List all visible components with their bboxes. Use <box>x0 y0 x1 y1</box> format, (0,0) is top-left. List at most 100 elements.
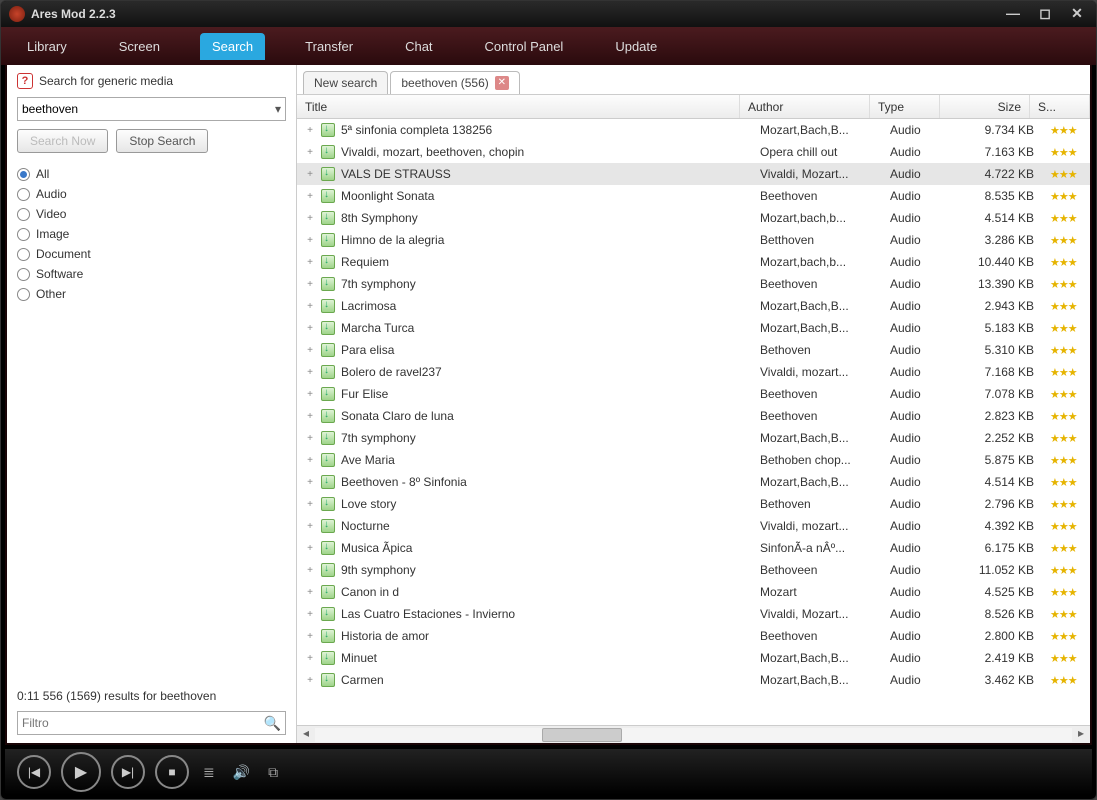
filter-radio-video[interactable]: Video <box>17 207 286 221</box>
result-row[interactable]: +Himno de la alegriaBetthovenAudio3.286 … <box>297 229 1090 251</box>
expand-icon[interactable]: + <box>305 675 315 686</box>
scroll-thumb[interactable] <box>542 728 622 742</box>
playlist-icon[interactable]: ≣ <box>199 764 219 781</box>
filter-radio-software[interactable]: Software <box>17 267 286 281</box>
search-input[interactable] <box>22 102 275 116</box>
expand-icon[interactable]: + <box>305 213 315 224</box>
scroll-right-icon[interactable]: ▸ <box>1072 726 1090 744</box>
result-row[interactable]: +Marcha TurcaMozart,Bach,B...Audio5.183 … <box>297 317 1090 339</box>
expand-icon[interactable]: + <box>305 125 315 136</box>
close-tab-icon[interactable]: ✕ <box>495 76 509 90</box>
column-headers[interactable]: Title Author Type Size S... <box>297 95 1090 119</box>
filter-radio-audio[interactable]: Audio <box>17 187 286 201</box>
close-button[interactable]: ✕ <box>1066 6 1088 22</box>
search-icon[interactable]: 🔍 <box>264 715 281 732</box>
filter-radio-document[interactable]: Document <box>17 247 286 261</box>
expand-icon[interactable]: + <box>305 235 315 246</box>
result-row[interactable]: +Las Cuatro Estaciones - InviernoVivaldi… <box>297 603 1090 625</box>
expand-icon[interactable]: + <box>305 609 315 620</box>
expand-icon[interactable]: + <box>305 653 315 664</box>
result-row[interactable]: +Vivaldi, mozart, beethoven, chopinOpera… <box>297 141 1090 163</box>
filter-input[interactable] <box>22 716 264 730</box>
expand-icon[interactable]: + <box>305 477 315 488</box>
expand-icon[interactable]: + <box>305 367 315 378</box>
col-size[interactable]: Size <box>940 95 1030 118</box>
expand-icon[interactable]: + <box>305 279 315 290</box>
expand-icon[interactable]: + <box>305 455 315 466</box>
new-search-tab[interactable]: New search <box>303 71 388 94</box>
tab-search[interactable]: Search <box>200 33 265 60</box>
filter-box[interactable]: 🔍 <box>17 711 286 735</box>
result-row[interactable]: +Sonata Claro de lunaBeethovenAudio2.823… <box>297 405 1090 427</box>
result-row[interactable]: +Fur EliseBeethovenAudio7.078 KB★★★ <box>297 383 1090 405</box>
minimize-button[interactable]: — <box>1002 6 1024 22</box>
stop-button[interactable]: ■ <box>155 755 189 789</box>
scroll-left-icon[interactable]: ◂ <box>297 726 315 744</box>
expand-icon[interactable]: + <box>305 521 315 532</box>
result-row[interactable]: +5ª sinfonia completa 138256Mozart,Bach,… <box>297 119 1090 141</box>
result-row[interactable]: +Moonlight SonataBeethovenAudio8.535 KB★… <box>297 185 1090 207</box>
col-stars[interactable]: S... <box>1030 95 1090 118</box>
result-row[interactable]: +8th SymphonyMozart,bach,b...Audio4.514 … <box>297 207 1090 229</box>
result-row[interactable]: +VALS DE STRAUSSVivaldi, Mozart...Audio4… <box>297 163 1090 185</box>
filter-radio-all[interactable]: All <box>17 167 286 181</box>
search-combo[interactable]: ▾ <box>17 97 286 121</box>
horizontal-scrollbar[interactable]: ◂ ▸ <box>297 725 1090 743</box>
result-row[interactable]: +Bolero de ravel237Vivaldi, mozart...Aud… <box>297 361 1090 383</box>
col-type[interactable]: Type <box>870 95 940 118</box>
expand-icon[interactable]: + <box>305 587 315 598</box>
help-icon[interactable]: ? <box>17 73 33 89</box>
result-row[interactable]: +7th symphonyMozart,Bach,B...Audio2.252 … <box>297 427 1090 449</box>
expand-icon[interactable]: + <box>305 499 315 510</box>
expand-icon[interactable]: + <box>305 169 315 180</box>
expand-icon[interactable]: + <box>305 323 315 334</box>
result-row[interactable]: +NocturneVivaldi, mozart...Audio4.392 KB… <box>297 515 1090 537</box>
expand-icon[interactable]: + <box>305 345 315 356</box>
result-row[interactable]: +Musica ÃpicaSinfonÃ-a nÂº...Audio6.175 … <box>297 537 1090 559</box>
col-title[interactable]: Title <box>297 95 740 118</box>
expand-icon[interactable]: + <box>305 631 315 642</box>
tab-update[interactable]: Update <box>603 33 669 60</box>
tab-library[interactable]: Library <box>15 33 79 60</box>
result-row[interactable]: +CarmenMozart,Bach,B...Audio3.462 KB★★★ <box>297 669 1090 691</box>
result-row[interactable]: +Love storyBethovenAudio2.796 KB★★★ <box>297 493 1090 515</box>
window-mode-icon[interactable]: ⧉ <box>264 764 282 781</box>
result-row[interactable]: +Ave MariaBethoben chop...Audio5.875 KB★… <box>297 449 1090 471</box>
result-row[interactable]: +RequiemMozart,bach,b...Audio10.440 KB★★… <box>297 251 1090 273</box>
expand-icon[interactable]: + <box>305 389 315 400</box>
expand-icon[interactable]: + <box>305 147 315 158</box>
expand-icon[interactable]: + <box>305 411 315 422</box>
expand-icon[interactable]: + <box>305 257 315 268</box>
prev-button[interactable]: |◀ <box>17 755 51 789</box>
result-row[interactable]: +7th symphonyBeethovenAudio13.390 KB★★★ <box>297 273 1090 295</box>
result-row[interactable]: +9th symphonyBethoveenAudio11.052 KB★★★ <box>297 559 1090 581</box>
tab-transfer[interactable]: Transfer <box>293 33 365 60</box>
next-button[interactable]: ▶| <box>111 755 145 789</box>
result-row[interactable]: +Canon in dMozartAudio4.525 KB★★★ <box>297 581 1090 603</box>
results-list[interactable]: +5ª sinfonia completa 138256Mozart,Bach,… <box>297 119 1090 725</box>
result-row[interactable]: +MinuetMozart,Bach,B...Audio2.419 KB★★★ <box>297 647 1090 669</box>
search-now-button[interactable]: Search Now <box>17 129 108 153</box>
title-bar[interactable]: Ares Mod 2.2.3 — ◻ ✕ <box>1 1 1096 27</box>
active-search-tab[interactable]: beethoven (556) ✕ <box>390 71 519 94</box>
volume-icon[interactable]: 🔊 <box>229 764 254 781</box>
result-row[interactable]: +LacrimosaMozart,Bach,B...Audio2.943 KB★… <box>297 295 1090 317</box>
result-row[interactable]: +Para elisaBethovenAudio5.310 KB★★★ <box>297 339 1090 361</box>
combo-arrow-icon[interactable]: ▾ <box>275 102 281 116</box>
stop-search-button[interactable]: Stop Search <box>116 129 208 153</box>
filter-radio-image[interactable]: Image <box>17 227 286 241</box>
result-row[interactable]: +Beethoven - 8º SinfoniaMozart,Bach,B...… <box>297 471 1090 493</box>
tab-chat[interactable]: Chat <box>393 33 444 60</box>
col-author[interactable]: Author <box>740 95 870 118</box>
expand-icon[interactable]: + <box>305 565 315 576</box>
expand-icon[interactable]: + <box>305 191 315 202</box>
play-button[interactable]: ▶ <box>61 752 101 792</box>
result-row[interactable]: +Historia de amorBeethovenAudio2.800 KB★… <box>297 625 1090 647</box>
expand-icon[interactable]: + <box>305 301 315 312</box>
tab-screen[interactable]: Screen <box>107 33 172 60</box>
expand-icon[interactable]: + <box>305 543 315 554</box>
filter-radio-other[interactable]: Other <box>17 287 286 301</box>
maximize-button[interactable]: ◻ <box>1034 6 1056 22</box>
tab-control-panel[interactable]: Control Panel <box>473 33 576 60</box>
expand-icon[interactable]: + <box>305 433 315 444</box>
